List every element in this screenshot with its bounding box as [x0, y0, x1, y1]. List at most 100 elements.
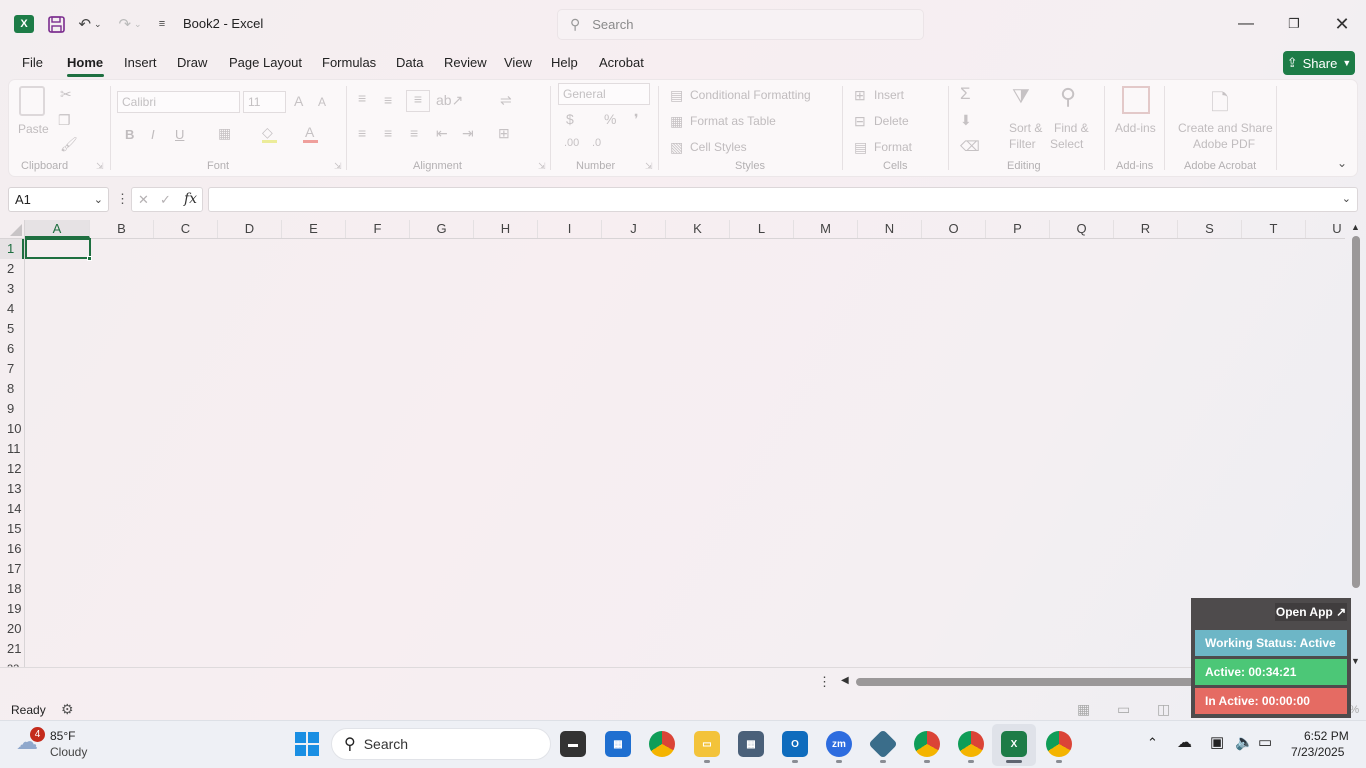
sort-filter-label-1[interactable]: Sort & [1009, 121, 1042, 135]
dialog-launcher-icon[interactable]: ⇲ [538, 161, 546, 172]
battery-icon[interactable]: ▭ [1258, 733, 1272, 751]
decrease-indent-icon[interactable]: ⇤ [436, 125, 448, 142]
increase-font-icon[interactable]: A [294, 93, 303, 109]
dialog-launcher-icon[interactable]: ⇲ [96, 161, 104, 172]
vertical-scrollbar-thumb[interactable] [1352, 236, 1360, 588]
align-bottom-icon[interactable]: ≡ [406, 90, 430, 112]
find-select-label-1[interactable]: Find & [1054, 121, 1089, 135]
cut-icon[interactable]: ✂ [60, 86, 72, 103]
scroll-up-icon[interactable]: ▲ [1351, 222, 1360, 232]
tab-review[interactable]: Review [444, 55, 487, 70]
decrease-decimal-icon[interactable]: .0 [592, 137, 601, 149]
paste-label[interactable]: Paste [18, 122, 49, 136]
column-header[interactable]: E [282, 220, 346, 238]
add-ins-icon[interactable] [1122, 86, 1150, 114]
paste-icon[interactable] [19, 86, 45, 116]
zoom-icon[interactable]: zm [826, 731, 852, 757]
excel-taskbar-icon[interactable]: X [1001, 731, 1027, 757]
column-header[interactable]: K [666, 220, 730, 238]
sort-filter-icon[interactable]: ⧩ [1012, 86, 1030, 109]
share-button[interactable]: ⇪ Share ▼ [1283, 51, 1355, 75]
align-top-icon[interactable]: ≡ [358, 90, 366, 106]
row-header[interactable]: 19 [0, 599, 24, 619]
increase-decimal-icon[interactable]: .00 [564, 137, 579, 149]
task-view-icon[interactable]: ▬ [560, 731, 586, 757]
column-header[interactable]: D [218, 220, 282, 238]
find-select-label-2[interactable]: Select [1050, 137, 1083, 151]
italic-button[interactable]: I [151, 127, 155, 142]
comma-style-icon[interactable]: ❜ [634, 111, 639, 128]
show-hidden-icons-icon[interactable]: ⌃ [1147, 735, 1158, 751]
enter-icon[interactable]: ✓ [160, 192, 171, 208]
cell-styles-button[interactable]: Cell Styles [690, 140, 747, 154]
column-header[interactable]: A [25, 220, 90, 238]
cancel-icon[interactable]: ✕ [138, 192, 149, 208]
row-header[interactable]: 17 [0, 559, 24, 579]
borders-icon[interactable]: ▦ [218, 125, 231, 142]
align-center-icon[interactable]: ≡ [384, 125, 392, 141]
column-header[interactable]: T [1242, 220, 1306, 238]
insert-function-icon[interactable]: fx [184, 191, 197, 207]
column-header[interactable]: P [986, 220, 1050, 238]
chrome-icon[interactable] [649, 731, 675, 757]
fill-color-icon[interactable]: ◇ [262, 124, 273, 141]
percent-icon[interactable]: % [604, 111, 616, 127]
column-header[interactable]: S [1178, 220, 1242, 238]
sort-filter-label-2[interactable]: Filter [1009, 137, 1036, 151]
find-select-icon[interactable]: ⚲ [1060, 84, 1076, 110]
store-icon[interactable]: ▦ [605, 731, 631, 757]
collapse-ribbon-icon[interactable]: ⌄ [1337, 156, 1347, 170]
restore-icon[interactable]: ❐ [1279, 12, 1309, 36]
save-icon[interactable] [46, 12, 66, 36]
row-header[interactable]: 4 [0, 299, 24, 319]
column-header[interactable]: J [602, 220, 666, 238]
tab-draw[interactable]: Draw [177, 55, 207, 70]
row-header[interactable]: 18 [0, 579, 24, 599]
dialog-launcher-icon[interactable]: ⇲ [334, 161, 342, 172]
normal-view-icon[interactable]: ▦ [1077, 701, 1090, 718]
increase-indent-icon[interactable]: ⇥ [462, 125, 474, 142]
column-header[interactable]: B [90, 220, 154, 238]
autosum-icon[interactable]: Σ [960, 84, 971, 104]
font-size-select[interactable]: 11 [243, 91, 286, 113]
copy-icon[interactable]: ❐ [58, 112, 71, 129]
chrome-profile-icon[interactable] [914, 731, 940, 757]
cell-grid[interactable] [25, 239, 1345, 667]
calculator-icon[interactable]: ▦ [738, 731, 764, 757]
row-header[interactable]: 5 [0, 319, 24, 339]
windows-start-icon[interactable] [295, 732, 319, 759]
row-header[interactable]: 1 [0, 239, 24, 259]
minimize-icon[interactable]: — [1231, 12, 1261, 36]
format-painter-icon[interactable]: 🖌 [60, 136, 78, 153]
number-format-select[interactable]: General [558, 83, 650, 105]
horizontal-scrollbar-thumb[interactable] [856, 678, 1196, 686]
create-pdf-label-1[interactable]: Create and Share [1178, 121, 1273, 135]
volume-muted-icon[interactable]: 🔈 [1235, 733, 1254, 751]
selected-cell[interactable] [25, 238, 91, 259]
file-explorer-icon[interactable]: ▭ [694, 731, 720, 757]
insert-cells-button[interactable]: Insert [874, 88, 904, 102]
tab-insert[interactable]: Insert [124, 55, 157, 70]
row-header[interactable]: 6 [0, 339, 24, 359]
align-right-icon[interactable]: ≡ [410, 125, 418, 141]
column-header[interactable]: R [1114, 220, 1178, 238]
conditional-formatting-button[interactable]: Conditional Formatting [690, 88, 811, 102]
row-header[interactable]: 13 [0, 479, 24, 499]
font-name-select[interactable]: Calibri [117, 91, 240, 113]
column-header[interactable]: F [346, 220, 410, 238]
merge-center-icon[interactable]: ⊞ [498, 125, 510, 142]
create-pdf-icon[interactable]: 🗋 [1211, 86, 1229, 124]
network-icon[interactable]: ▣ [1210, 733, 1224, 751]
clock-date[interactable]: 7/23/2025 [1291, 745, 1344, 759]
column-header[interactable]: H [474, 220, 538, 238]
tab-help[interactable]: Help [551, 55, 578, 70]
column-header[interactable]: C [154, 220, 218, 238]
tab-formulas[interactable]: Formulas [322, 55, 376, 70]
select-all-corner[interactable] [0, 220, 25, 238]
row-header[interactable]: 10 [0, 419, 24, 439]
close-icon[interactable]: ✕ [1327, 12, 1357, 36]
row-header[interactable]: 14 [0, 499, 24, 519]
create-pdf-label-2[interactable]: Adobe PDF [1193, 137, 1255, 151]
chrome-profile-icon[interactable] [958, 731, 984, 757]
accessibility-icon[interactable]: ⚙ [61, 701, 74, 718]
